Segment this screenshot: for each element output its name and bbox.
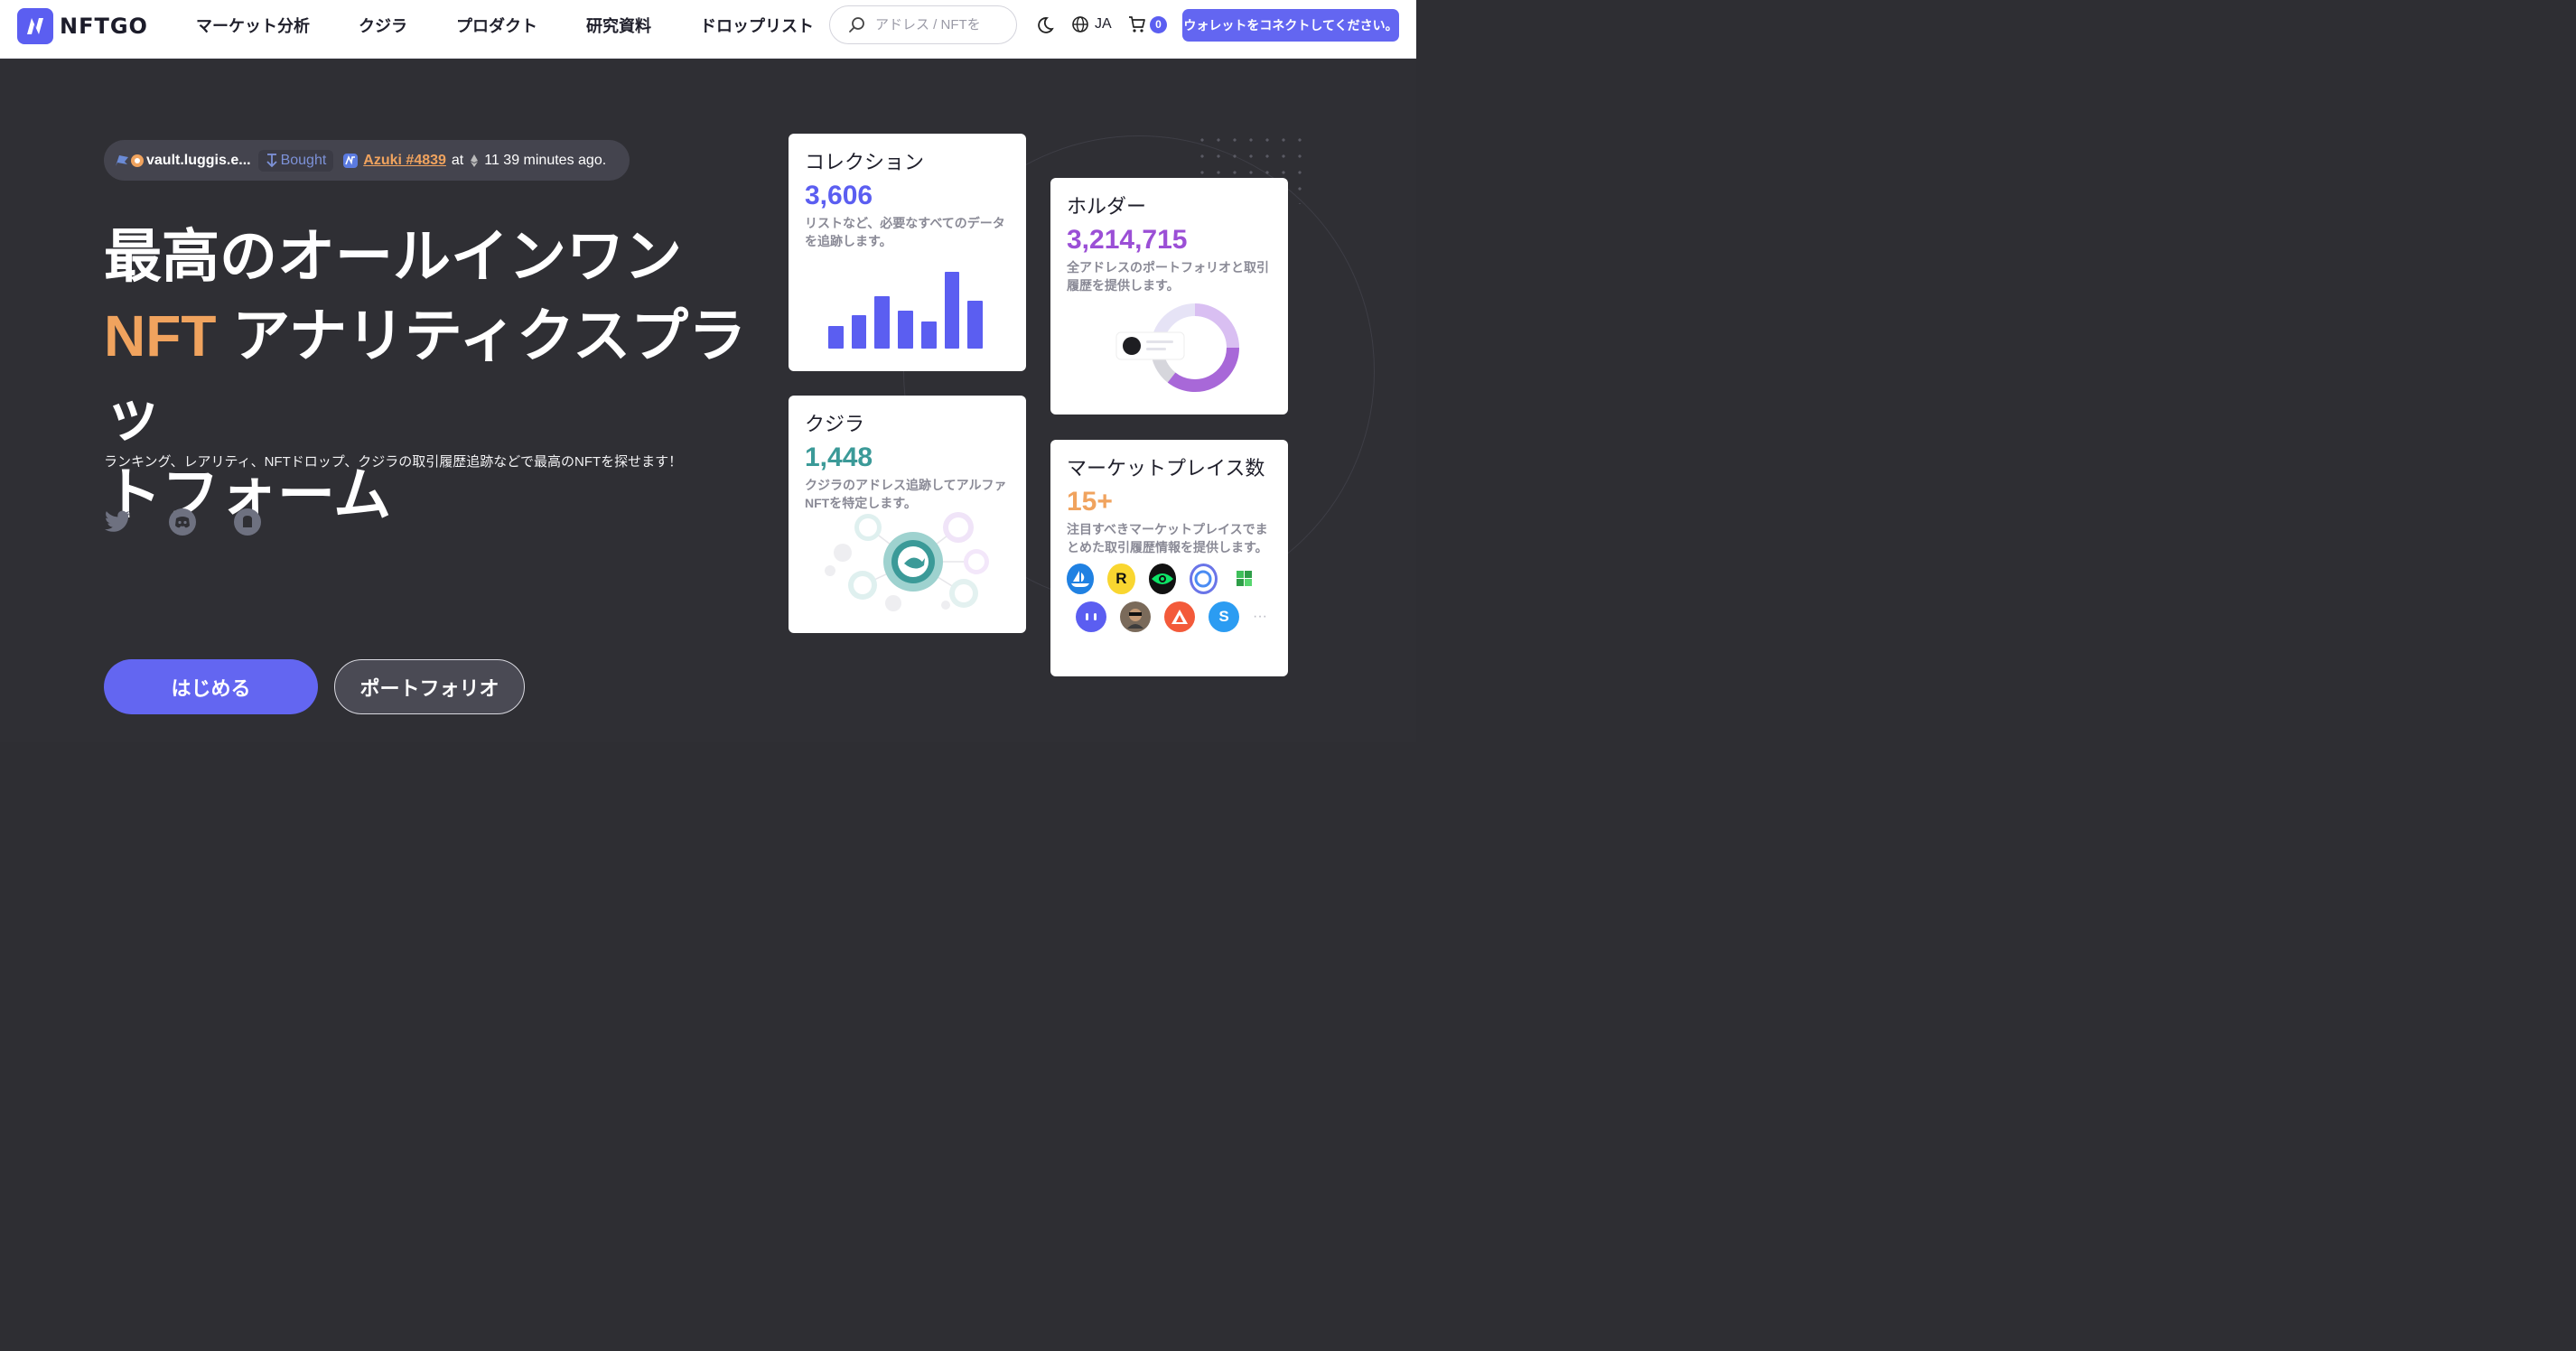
- top-header: NFTGO マーケット分析 クジラ プロダクト 研究資料 ドロップリスト JA …: [0, 0, 1416, 59]
- marketplaces-desc: 注目すべきマーケットプレイスでまとめた取引履歴情報を提供します。: [1067, 522, 1268, 554]
- collection-bar-illustration: [828, 267, 991, 349]
- collection-count: 3,606: [805, 181, 873, 210]
- whales-network-illustration: [825, 512, 989, 611]
- connect-wallet-button[interactable]: ウォレットをコネクトしてください。: [1182, 9, 1399, 42]
- nft-badge-icon: [343, 153, 359, 168]
- search-icon: [849, 16, 864, 33]
- user-badge-icon: [131, 154, 144, 167]
- illustration-bar: [898, 311, 913, 349]
- x2y2-icon: [1189, 564, 1218, 594]
- holders-count: 3,214,715: [1067, 225, 1188, 255]
- hero-headline: 最高のオールインワン NFT アナリティクスプラッ トフォーム: [104, 217, 790, 535]
- illustration-bar: [920, 321, 937, 349]
- collection-card-title: コレクション: [805, 151, 925, 173]
- twitter-icon: [105, 510, 130, 532]
- main-nav: マーケット分析 クジラ プロダクト 研究資料 ドロップリスト: [196, 0, 863, 51]
- foundation-icon: [1164, 601, 1195, 632]
- marketplaces-card-title: マーケットプレイス数: [1067, 457, 1265, 480]
- flag-icon: [116, 154, 128, 166]
- illustration-bar: [828, 326, 844, 349]
- search-input[interactable]: [873, 16, 985, 33]
- page-root: NFTGO マーケット分析 クジラ プロダクト 研究資料 ドロップリスト JA …: [0, 0, 1416, 742]
- cube-marketplace-icon: [1230, 564, 1258, 594]
- nav-whales[interactable]: クジラ: [359, 14, 407, 37]
- nav-products[interactable]: プロダクト: [456, 14, 537, 37]
- discord-icon: [169, 508, 196, 536]
- rarible-icon: R: [1107, 564, 1135, 594]
- bought-tag: Bought: [257, 149, 334, 172]
- nav-drop-list[interactable]: ドロップリスト: [700, 14, 814, 37]
- cart-icon: [1129, 16, 1145, 33]
- collection-card[interactable]: コレクション 3,606 リストなど、必要なすべてのデータを追跡します。: [789, 134, 1026, 371]
- holders-donut-illustration: [1115, 303, 1239, 392]
- language-selector[interactable]: JA: [1071, 15, 1112, 33]
- activity-ticker: vault.luggis.e... Bought Azuki #4839 at …: [104, 140, 630, 181]
- dark-mode-moon-icon[interactable]: [1035, 15, 1055, 35]
- ticker-at: at: [451, 152, 464, 168]
- get-started-button[interactable]: はじめる: [104, 659, 318, 714]
- nft-link[interactable]: Azuki #4839: [363, 153, 446, 169]
- holders-desc: 全アドレスのポートフォリオと取引履歴を提供します。: [1067, 260, 1269, 293]
- logo-text: NFTGO: [60, 14, 148, 39]
- bought-label: Bought: [280, 152, 327, 168]
- twitter-link[interactable]: [104, 508, 131, 536]
- holders-card[interactable]: ホルダー 3,214,715 全アドレスのポートフォリオと取引履歴を提供します。: [1050, 178, 1288, 415]
- marketplace-logos-row-2: S ···: [1076, 601, 1272, 632]
- nav-research[interactable]: 研究資料: [586, 14, 651, 37]
- telegram-link[interactable]: [234, 508, 261, 536]
- headline-line-1: 最高のオールインワン: [104, 224, 682, 289]
- blur-icon: [1076, 601, 1106, 632]
- whales-card-title: クジラ: [805, 413, 865, 435]
- superrare-icon: S: [1209, 601, 1239, 632]
- avatar-marketplace-icon: [1120, 601, 1151, 632]
- headline-line-2: NFT アナリティクスプラッ: [104, 296, 790, 455]
- marketplaces-count: 15+: [1067, 487, 1113, 517]
- illustration-bar: [967, 301, 984, 349]
- discord-link[interactable]: [169, 508, 196, 536]
- marketplace-logos-row-1: R: [1067, 564, 1272, 594]
- ticker-user[interactable]: vault.luggis.e...: [114, 153, 251, 169]
- search-box[interactable]: [829, 5, 1017, 44]
- hero-subline: ランキング、レアリティ、NFTドロップ、クジラの取引履歴追跡などで最高のNFTを…: [104, 454, 683, 470]
- logo-mark-icon: [17, 8, 53, 44]
- social-links: [104, 508, 299, 536]
- globe-icon: [1072, 16, 1088, 33]
- whales-count: 1,448: [805, 443, 873, 472]
- ticker-time: 11 39 minutes ago.: [484, 152, 607, 168]
- portfolio-button[interactable]: ポートフォリオ: [334, 659, 525, 714]
- arrow-down-icon: [266, 153, 277, 167]
- whales-desc: クジラのアドレス追跡してアルファNFTを特定します。: [805, 478, 1007, 510]
- illustration-bar: [874, 296, 891, 349]
- marketplaces-card[interactable]: マーケットプレイス数 15+ 注目すべきマーケットプレイスでまとめた取引履歴情報…: [1050, 440, 1288, 676]
- headline-accent: NFT: [104, 303, 217, 368]
- holders-card-title: ホルダー: [1067, 195, 1147, 218]
- collection-desc: リストなど、必要なすべてのデータを追跡します。: [805, 216, 1005, 248]
- nav-market-analysis[interactable]: マーケット分析: [196, 14, 310, 37]
- opensea-icon: [1067, 564, 1095, 594]
- more-marketplaces-indicator: ···: [1253, 609, 1267, 624]
- telegram-icon: [234, 508, 261, 536]
- ticker-user-name: vault.luggis.e...: [146, 152, 251, 168]
- language-label: JA: [1095, 16, 1112, 32]
- looksrare-icon: [1148, 564, 1176, 594]
- eth-icon: [471, 154, 479, 167]
- illustration-bar: [851, 315, 867, 349]
- cart-button[interactable]: 0: [1128, 15, 1167, 33]
- illustration-bar: [944, 272, 960, 349]
- whales-card[interactable]: クジラ 1,448 クジラのアドレス追跡してアルファNFTを特定します。: [789, 396, 1026, 633]
- nftgo-logo[interactable]: NFTGO: [17, 8, 148, 44]
- cart-count-badge: 0: [1150, 15, 1167, 33]
